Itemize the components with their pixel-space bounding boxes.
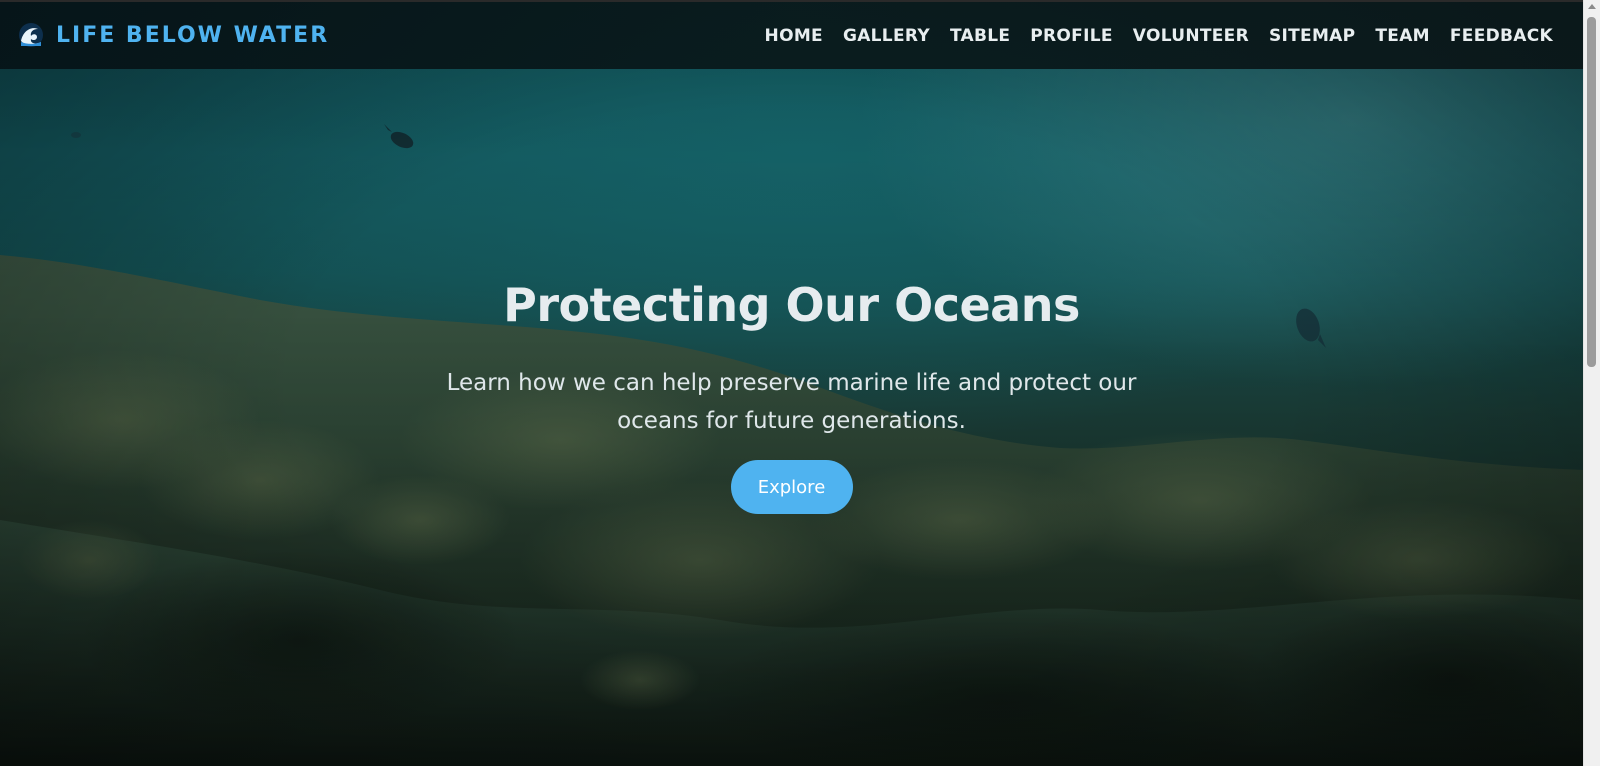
brand-title: LIFE BELOW WATER <box>56 22 330 48</box>
nav-gallery[interactable]: GALLERY <box>843 26 930 46</box>
nav-profile[interactable]: PROFILE <box>1030 26 1113 46</box>
hero-title: Protecting Our Oceans <box>503 278 1080 332</box>
brand-logo[interactable]: LIFE BELOW WATER <box>18 22 329 48</box>
nav-sitemap[interactable]: SITEMAP <box>1269 26 1355 46</box>
explore-button[interactable]: Explore <box>730 460 853 514</box>
wave-icon <box>19 23 43 47</box>
vertical-scrollbar[interactable] <box>1583 0 1600 766</box>
scroll-up-arrow-icon[interactable] <box>1588 4 1596 9</box>
nav-volunteer[interactable]: VOLUNTEER <box>1133 26 1249 46</box>
nav-table[interactable]: TABLE <box>950 26 1010 46</box>
hero-subtitle: Learn how we can help preserve marine li… <box>446 370 1137 434</box>
top-navbar: LIFE BELOW WATER HOME GALLERY TABLE PROF… <box>0 0 1583 69</box>
main-nav: HOME GALLERY TABLE PROFILE VOLUNTEER SIT… <box>765 26 1553 46</box>
nav-feedback[interactable]: FEEDBACK <box>1450 26 1553 46</box>
scrollbar-thumb[interactable] <box>1587 17 1596 367</box>
nav-home[interactable]: HOME <box>765 26 823 46</box>
nav-team[interactable]: TEAM <box>1375 26 1429 46</box>
hero-content: Protecting Our Oceans Learn how we can h… <box>0 272 1583 514</box>
page-viewport: LIFE BELOW WATER HOME GALLERY TABLE PROF… <box>0 0 1583 766</box>
